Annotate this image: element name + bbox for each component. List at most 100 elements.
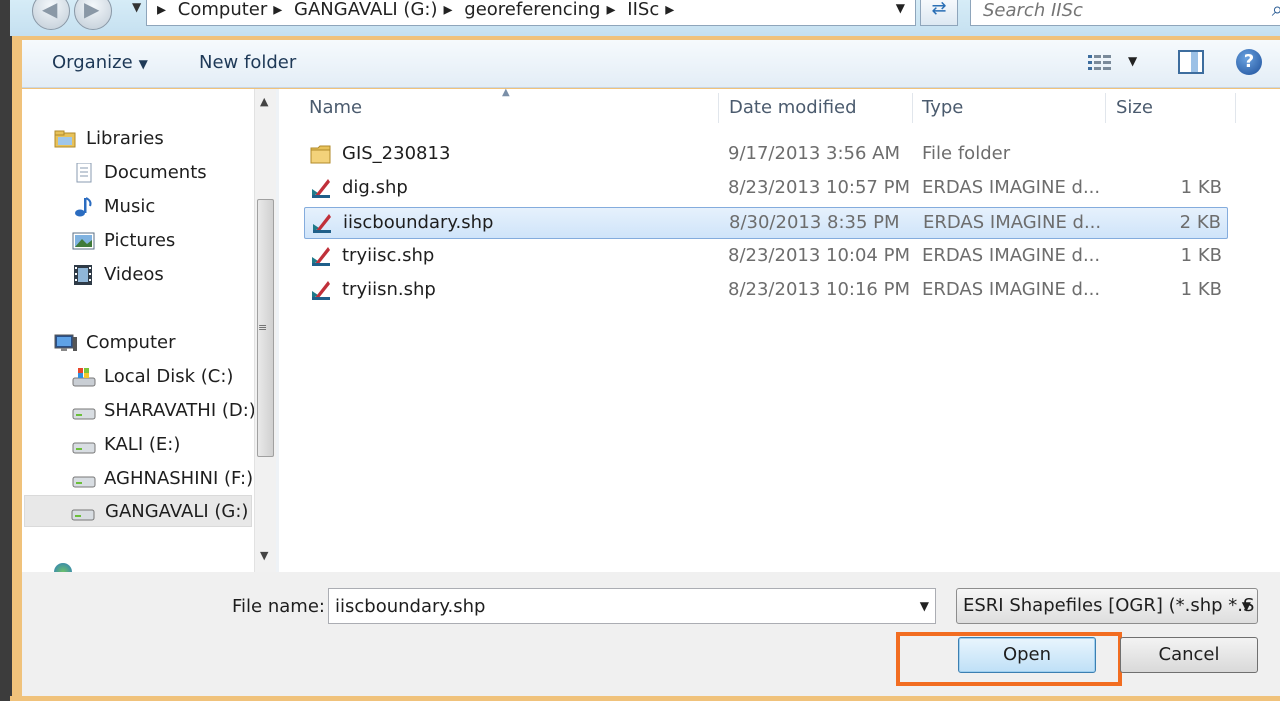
shapefile-icon: [313, 214, 331, 233]
search-box[interactable]: ⌕: [970, 0, 1280, 26]
refresh-button[interactable]: ⇄: [920, 0, 958, 26]
file-row[interactable]: tryiisn.shp 8/23/2013 10:16 PM ERDAS IMA…: [304, 275, 1228, 307]
column-header-date[interactable]: Date modified: [729, 97, 857, 118]
breadcrumb-computer[interactable]: Computer: [178, 0, 267, 20]
drive-icon: [72, 408, 96, 420]
file-type: File folder: [922, 143, 1011, 164]
background-window-edge: [0, 0, 12, 701]
nav-label: Pictures: [104, 230, 176, 251]
pictures-icon: [72, 232, 95, 250]
organize-button[interactable]: Organize ▼: [52, 52, 148, 73]
organize-label: Organize: [52, 52, 133, 73]
address-history-chevron-down-icon[interactable]: ▼: [896, 1, 905, 15]
preview-pane-icon[interactable]: [1178, 50, 1204, 74]
breadcrumb-separator-icon[interactable]: ▸: [443, 0, 452, 20]
scroll-up-arrow-icon[interactable]: ▲: [260, 95, 268, 108]
sort-ascending-icon: ▲: [502, 87, 510, 98]
nav-label: Documents: [104, 162, 207, 183]
scroll-down-arrow-icon[interactable]: ▼: [260, 549, 268, 562]
column-header-name[interactable]: Name: [309, 97, 362, 118]
file-date: 8/23/2013 10:57 PM: [728, 177, 910, 198]
nav-label: KALI (E:): [104, 434, 181, 455]
file-type-value: ESRI Shapefiles [OGR] (*.shp *.S: [963, 595, 1255, 616]
refresh-icon: ⇄: [931, 0, 947, 19]
navigation-pane: Libraries Documents Music Pictures Video…: [22, 89, 254, 572]
command-toolbar: Organize ▼ New folder ▼ ?: [22, 40, 1280, 88]
pane-splitter[interactable]: [276, 89, 279, 572]
file-name-chevron-down-icon[interactable]: ▼: [920, 599, 929, 613]
file-name-label: File name:: [232, 596, 325, 617]
documents-icon: [76, 163, 92, 183]
file-name: iiscboundary.shp: [343, 212, 494, 233]
forward-arrow-icon: ▶: [84, 0, 100, 21]
search-input[interactable]: [971, 0, 1241, 25]
nav-label: AGHNASHINI (F:): [104, 468, 254, 489]
videos-icon: [74, 265, 92, 285]
file-row[interactable]: tryiisc.shp 8/23/2013 10:04 PM ERDAS IMA…: [304, 241, 1228, 273]
drive-icon: [72, 442, 96, 454]
local-disk-icon: [72, 368, 96, 387]
breadcrumb-georeferencing[interactable]: georeferencing: [464, 0, 600, 20]
back-arrow-icon: ◀: [42, 0, 58, 21]
folder-icon: [310, 145, 331, 164]
change-view-icon[interactable]: [1088, 54, 1112, 72]
breadcrumb-separator-icon[interactable]: ▸: [273, 0, 282, 20]
breadcrumb-separator-icon[interactable]: ▸: [607, 0, 616, 20]
file-date: 9/17/2013 3:56 AM: [728, 143, 901, 164]
folder-icon: ▸: [157, 0, 167, 20]
column-divider[interactable]: [912, 93, 913, 123]
computer-icon: [54, 334, 77, 351]
file-row[interactable]: GIS_230813 9/17/2013 3:56 AM File folder: [304, 139, 1228, 171]
view-options-chevron-down-icon[interactable]: ▼: [1128, 54, 1137, 68]
file-type: ERDAS IMAGINE d...: [922, 279, 1101, 300]
file-type-select[interactable]: ESRI Shapefiles [OGR] (*.shp *.S ▼: [956, 588, 1258, 624]
column-divider[interactable]: [1105, 93, 1106, 123]
help-icon[interactable]: ?: [1236, 49, 1262, 75]
file-date: 8/23/2013 10:04 PM: [728, 245, 910, 266]
nav-label: Computer: [86, 332, 176, 353]
file-name-input[interactable]: [329, 589, 899, 623]
column-header-size[interactable]: Size: [1116, 97, 1153, 118]
recent-pages-chevron-down-icon[interactable]: ▼: [132, 0, 141, 14]
search-icon[interactable]: ⌕: [1272, 0, 1280, 21]
file-type: ERDAS IMAGINE d...: [922, 177, 1101, 198]
column-divider[interactable]: [1235, 93, 1236, 123]
file-date: 8/30/2013 8:35 PM: [729, 212, 900, 233]
file-name-combo[interactable]: ▼: [328, 588, 936, 624]
file-size: 1 KB: [1180, 177, 1222, 198]
forward-button[interactable]: ▶: [74, 0, 112, 30]
column-divider[interactable]: [718, 93, 719, 123]
file-type: ERDAS IMAGINE d...: [922, 245, 1101, 266]
cancel-button[interactable]: Cancel: [1120, 637, 1258, 673]
file-row[interactable]: dig.shp 8/23/2013 10:57 PM ERDAS IMAGINE…: [304, 173, 1228, 205]
file-type: ERDAS IMAGINE d...: [923, 212, 1102, 233]
breadcrumb-separator-icon[interactable]: ▸: [665, 0, 674, 20]
music-note-icon: [75, 197, 92, 217]
breadcrumb-iisc[interactable]: IISc: [627, 0, 659, 20]
nav-label: Music: [104, 196, 156, 217]
breadcrumb-drive-g[interactable]: GANGAVALI (G:): [294, 0, 437, 20]
open-button[interactable]: Open: [958, 637, 1096, 673]
file-size: 1 KB: [1180, 245, 1222, 266]
nav-label: Local Disk (C:): [104, 366, 234, 387]
nav-drive-g[interactable]: GANGAVALI (G:): [24, 495, 252, 527]
column-header-type[interactable]: Type: [922, 97, 963, 118]
file-name: GIS_230813: [342, 143, 451, 164]
dialog-footer: File name: ▼ ESRI Shapefiles [OGR] (*.sh…: [22, 572, 1280, 696]
file-row-selected[interactable]: iiscboundary.shp 8/30/2013 8:35 PM ERDAS…: [304, 207, 1228, 239]
new-folder-button[interactable]: New folder: [199, 52, 296, 73]
nav-label: Libraries: [86, 128, 164, 149]
libraries-icon: [54, 130, 76, 148]
network-globe-icon[interactable]: [54, 563, 72, 572]
file-size: 1 KB: [1180, 279, 1222, 300]
nav-pane-scrollbar[interactable]: ▲ ≡ ▼: [254, 89, 276, 572]
file-name: tryiisn.shp: [342, 279, 436, 300]
shapefile-icon: [312, 247, 330, 266]
window-frame-bottom: [10, 696, 1280, 701]
back-button[interactable]: ◀: [32, 0, 70, 30]
file-size: 2 KB: [1179, 212, 1221, 233]
drive-icon: [72, 476, 96, 488]
nav-label: Videos: [104, 264, 164, 285]
shapefile-icon: [312, 179, 330, 198]
address-box[interactable]: ▸ Computer ▸ GANGAVALI (G:) ▸ georeferenci…: [146, 0, 916, 26]
